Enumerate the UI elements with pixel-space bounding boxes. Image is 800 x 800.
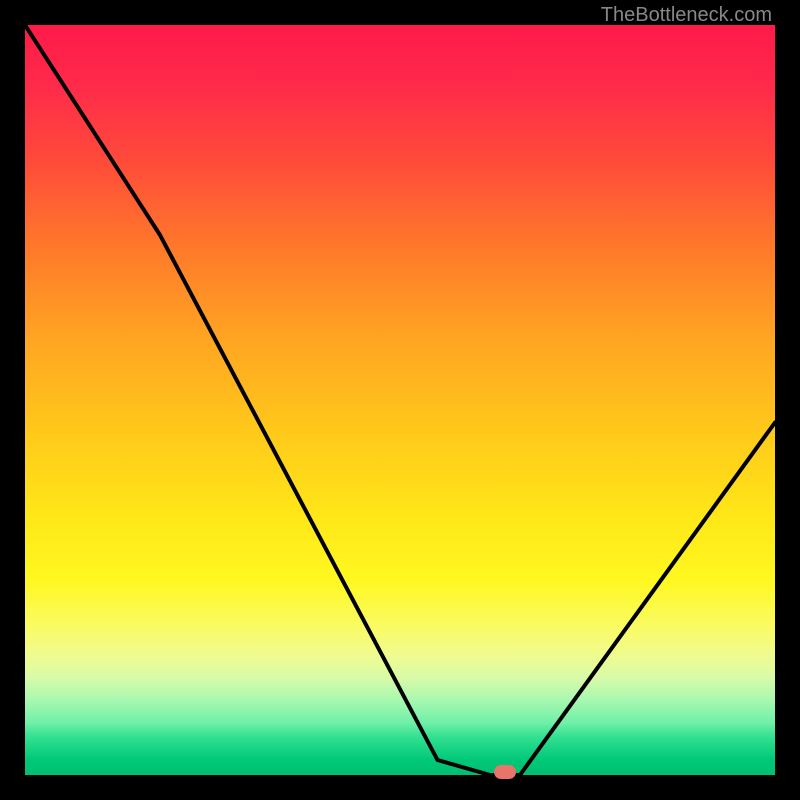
plot-area bbox=[25, 25, 775, 775]
watermark-text: TheBottleneck.com bbox=[601, 4, 772, 27]
optimal-marker bbox=[494, 765, 516, 779]
bottleneck-curve bbox=[25, 25, 775, 775]
chart-container: TheBottleneck.com bbox=[0, 0, 800, 800]
